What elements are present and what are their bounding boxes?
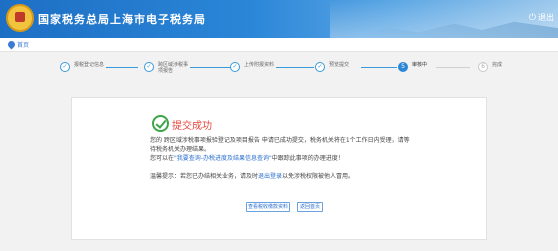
back-home-button[interactable]: 返回首页 [297,202,323,212]
breadcrumb: 首页 [0,38,558,52]
check-circle-icon [152,115,169,132]
progress-hint: 您可以在"我要查询-办税进度及结果信息查询"中跟踪此事项的办理进度！ [150,154,412,163]
submit-message-text: 您的 跨区域涉税事项报验登记及项目报告 申请已成功提交，税务机关将在1个工作日内… [150,137,410,153]
logout-tip-suffix: 以免涉税权限被他人冒用。 [282,173,355,180]
step-label: 跨区域涉税事项报告 [158,62,189,74]
step-5: 5 审核中 [398,62,470,78]
location-pin-icon [6,39,17,50]
logout-link[interactable]: 退出登录 [258,173,282,180]
view-docs-button[interactable]: 查看税收缴款资料 [246,202,290,212]
step-2: ✓ 跨区域涉税事项报告 [144,62,232,78]
step-number: 5 [398,62,408,72]
result-card: 提交成功 您的 跨区域涉税事项报验登记及项目报告 申请已成功提交，税务机关将在1… [71,97,487,240]
submit-message: 您的 跨区域涉税事项报验登记及项目报告 申请已成功提交，税务机关将在1个工作日内… [150,136,412,154]
logout-label: 退出 [538,13,554,22]
logout-tip: 温馨提示：若您已办结相关业务，请及时退出登录以免涉税权限被他人冒用。 [150,172,412,181]
step-check-icon: ✓ [315,62,325,72]
step-3: ✓ 上传附报资料 [230,62,314,78]
step-label: 上传附报资料 [244,62,275,68]
step-check-icon: ✓ [230,62,240,72]
site-title: 国家税务总局上海市电子税务局 [38,13,206,26]
success-title: 提交成功 [172,121,212,132]
logout-button[interactable]: ⏻ 退出 [529,12,554,23]
step-number: 6 [478,62,488,72]
step-6: 6 完成 [478,62,526,78]
step-connector [276,67,314,68]
step-check-icon: ✓ [60,62,70,72]
step-4: ✓ 预览提交 [315,62,397,78]
progress-steps: ✓ 报税登记信息 ✓ 跨区域涉税事项报告 ✓ 上传附报资料 ✓ 预览提交 5 审… [60,62,505,78]
step-connector [190,67,232,68]
step-label: 完成 [492,62,503,68]
step-check-icon: ✓ [144,62,154,72]
tax-emblem-icon [6,4,34,32]
step-connector [361,67,397,68]
step-label: 预览提交 [329,62,350,68]
breadcrumb-home-link[interactable]: 首页 [17,40,29,49]
step-connector [436,67,470,68]
progress-hint-prefix: 您可以在 [150,155,175,162]
query-progress-link[interactable]: "我要查询-办税进度及结果信息查询" [174,155,272,162]
step-1: ✓ 报税登记信息 [60,62,138,78]
logout-tip-prefix: 温馨提示：若您已办结相关业务，请及时 [150,173,259,180]
step-connector [106,67,138,68]
power-icon: ⏻ [528,13,536,23]
site-header: 国家税务总局上海市电子税务局 ⏻ 退出 [0,0,558,38]
progress-hint-suffix: 中跟踪此事项的办理进度！ [271,155,344,162]
step-label: 报税登记信息 [74,62,105,68]
